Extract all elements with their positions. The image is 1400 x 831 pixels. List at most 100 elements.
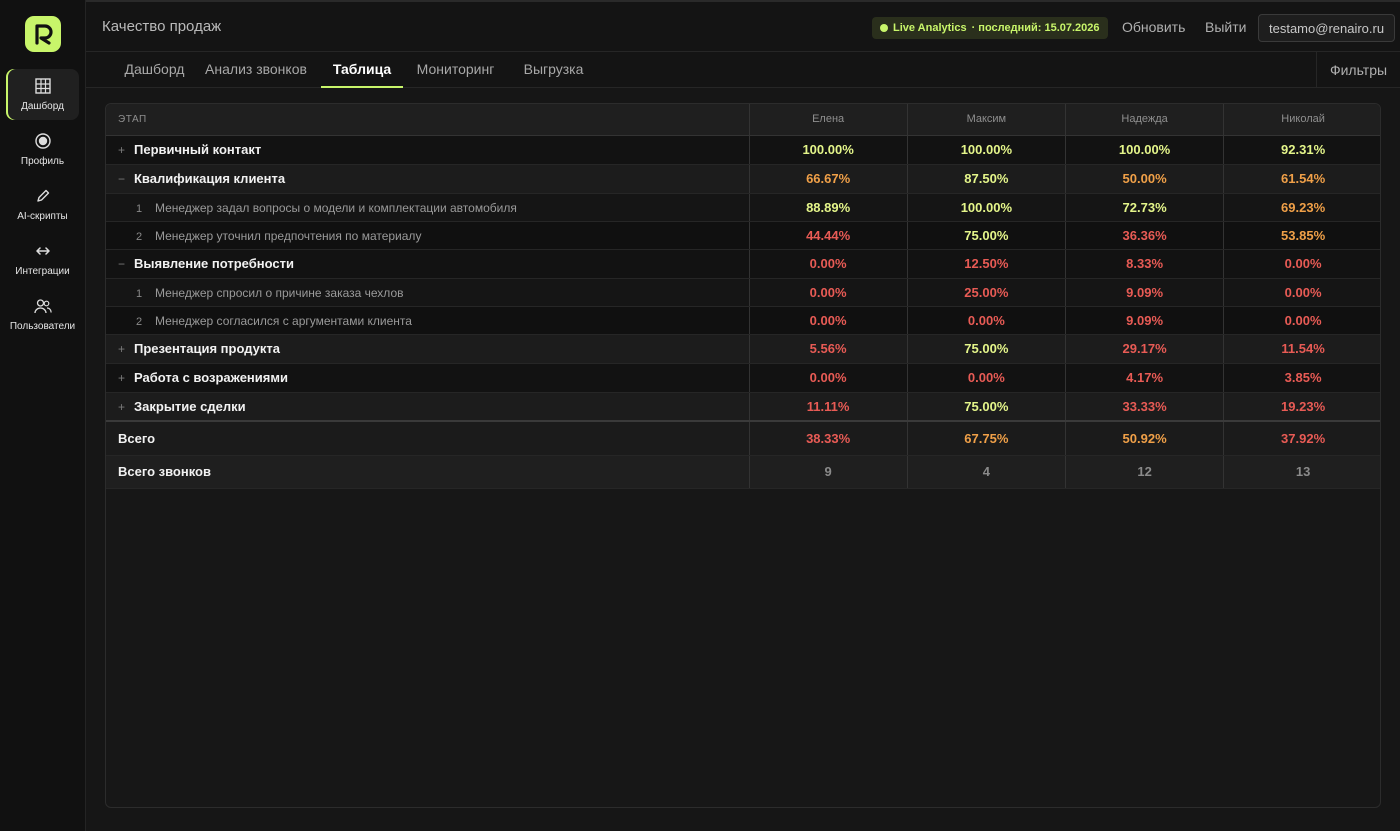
score-cell: 87.50% [906, 164, 1066, 194]
grid-icon [34, 77, 52, 95]
score-cell: 8.33% [1064, 249, 1224, 279]
total-label: Всего [106, 420, 749, 456]
sidebar-item-label: Профиль [20, 156, 65, 167]
criterion-row: 2 Менеджер согласился с аргументами клиен… [106, 306, 1380, 335]
stage-group-row[interactable]: + Закрытие сделки 11.11% 75.00% 33.33% 19.23% [106, 392, 1380, 422]
calls-count-cell: 9 [748, 455, 908, 489]
score-cell: 25.00% [906, 278, 1066, 307]
score-cell: 0.00% [748, 249, 908, 279]
expand-icon[interactable]: + [118, 342, 134, 356]
expand-icon[interactable]: + [118, 400, 134, 414]
criterion-number: 2 [136, 230, 143, 243]
criterion-row: 1 Менеджер задал вопросы о модели и компл… [106, 193, 1380, 222]
live-dot-icon [880, 24, 888, 32]
score-cell: 44.44% [748, 221, 908, 250]
stage-group-row[interactable]: + Первичный контакт 100.00% 100.00% 100.00% 9… [106, 135, 1380, 165]
stage-name: Первичный контакт [134, 142, 262, 157]
score-cell: 100.00% [748, 135, 908, 165]
score-cell: 9.09% [1064, 278, 1224, 307]
score-cell: 12.50% [906, 249, 1066, 279]
logout-button[interactable]: Выйти [1205, 19, 1246, 35]
sidebar-item-profile[interactable]: Профиль [6, 124, 79, 175]
total-score-cell: 50.92% [1064, 420, 1224, 456]
score-cell: 72.73% [1064, 193, 1224, 222]
filters-button[interactable]: Фильтры [1316, 52, 1400, 88]
stage-group-row[interactable]: − Выявление потребности 0.00% 12.50% 8.33% 0.… [106, 249, 1380, 279]
stage-name-cell: + Закрытие сделки [106, 392, 749, 422]
stage-group-row[interactable]: + Презентация продукта 5.56% 75.00% 29.17% 11… [106, 334, 1380, 364]
score-cell: 0.00% [1223, 249, 1380, 279]
user-email-button[interactable]: testamo@renairo.ru [1258, 14, 1396, 42]
arrows-icon [34, 242, 52, 260]
column-header[interactable]: Николай [1223, 104, 1380, 136]
sidebar-item-dashboard[interactable]: Дашборд [6, 69, 79, 120]
logo[interactable] [25, 16, 61, 52]
calls-count-row: Всего звонков 9 4 12 13 [106, 455, 1380, 489]
score-cell: 100.00% [906, 135, 1066, 165]
score-cell: 88.89% [748, 193, 908, 222]
column-header[interactable]: Надежда [1064, 104, 1224, 136]
score-cell: 53.85% [1223, 221, 1380, 250]
criterion-name: Менеджер задал вопросы о модели и компле… [155, 200, 517, 215]
score-cell: 36.36% [1064, 221, 1224, 250]
live-label: Live Analytics [893, 22, 967, 34]
live-last-update: · последний: 15.07.2026 [971, 22, 1100, 34]
expand-icon[interactable]: + [118, 371, 134, 385]
criterion-row: 2 Менеджер уточнил предпочтения по матери… [106, 221, 1380, 250]
score-cell: 75.00% [906, 334, 1066, 364]
stage-name-cell: + Работа с возражениями [106, 363, 749, 393]
sidebar: Дашборд Профиль AI-скрипты Интеграции По… [0, 0, 86, 831]
app-root: Дашборд Профиль AI-скрипты Интеграции По… [0, 0, 1400, 831]
stage-name: Презентация продукта [134, 341, 280, 356]
stage-group-row[interactable]: − Квалификация клиента 66.67% 87.50% 50.00% 6… [106, 164, 1380, 194]
header: Качество продаж Live Analytics · последн… [86, 0, 1400, 52]
criterion-name-cell: 2 Менеджер уточнил предпочтения по матери… [106, 221, 749, 250]
tab-monitoring[interactable]: Мониторинг [414, 52, 497, 88]
score-cell: 3.85% [1223, 363, 1380, 393]
criterion-name: Менеджер уточнил предпочтения по материа… [155, 228, 422, 243]
pencil-icon [34, 187, 52, 205]
tab-bar: Дашборд Анализ звонков Таблица Мониторин… [86, 52, 1400, 88]
score-cell: 66.67% [748, 164, 908, 194]
score-cell: 61.54% [1223, 164, 1380, 194]
total-score-cell: 37.92% [1223, 420, 1380, 456]
collapse-icon[interactable]: − [118, 257, 134, 271]
score-cell: 69.23% [1223, 193, 1380, 222]
score-cell: 0.00% [906, 363, 1066, 393]
total-score-cell: 38.33% [748, 420, 908, 456]
calls-count-cell: 13 [1223, 455, 1380, 489]
page-title: Качество продаж [102, 18, 222, 35]
tab-table[interactable]: Таблица [321, 52, 403, 88]
score-cell: 9.09% [1064, 306, 1224, 335]
refresh-button[interactable]: Обновить [1122, 19, 1185, 35]
collapse-icon[interactable]: − [118, 172, 134, 186]
profile-circle-icon [34, 132, 52, 150]
tab-call-analysis[interactable]: Анализ звонков [203, 52, 309, 88]
sidebar-item-ai-scripts[interactable]: AI-скрипты [6, 179, 79, 230]
criterion-number: 1 [136, 287, 143, 300]
criterion-name: Менеджер спросил о причине заказа чехлов [155, 285, 404, 300]
stage-group-row[interactable]: + Работа с возражениями 0.00% 0.00% 4.17% 3.8… [106, 363, 1380, 393]
score-cell: 33.33% [1064, 392, 1224, 422]
table-body: + Первичный контакт 100.00% 100.00% 100.00% 9… [106, 135, 1380, 489]
total-score-cell: 67.75% [906, 420, 1066, 456]
criterion-name-cell: 2 Менеджер согласился с аргументами клиен… [106, 306, 749, 335]
tab-dashboard[interactable]: Дашборд [106, 52, 203, 88]
sidebar-item-integrations[interactable]: Интеграции [6, 234, 79, 285]
sidebar-item-users[interactable]: Пользователи [6, 289, 79, 340]
score-cell: 0.00% [1223, 306, 1380, 335]
score-cell: 0.00% [906, 306, 1066, 335]
tab-export[interactable]: Выгрузка [516, 52, 591, 88]
sidebar-item-label: Дашборд [21, 101, 64, 112]
expand-icon[interactable]: + [118, 143, 134, 157]
sidebar-item-label: AI-скрипты [17, 211, 68, 222]
total-row: Всего 38.33% 67.75% 50.92% 37.92% [106, 420, 1380, 456]
stage-column-header: ЭТАП [106, 104, 749, 136]
results-table-panel: ЭТАП Елена Максим Надежда Николай + Перви… [105, 103, 1381, 808]
criterion-number: 2 [136, 315, 143, 328]
users-icon [33, 297, 52, 315]
criterion-row: 1 Менеджер спросил о причине заказа чехло… [106, 278, 1380, 307]
column-header[interactable]: Максим [906, 104, 1066, 136]
column-header[interactable]: Елена [748, 104, 908, 136]
score-cell: 19.23% [1223, 392, 1380, 422]
